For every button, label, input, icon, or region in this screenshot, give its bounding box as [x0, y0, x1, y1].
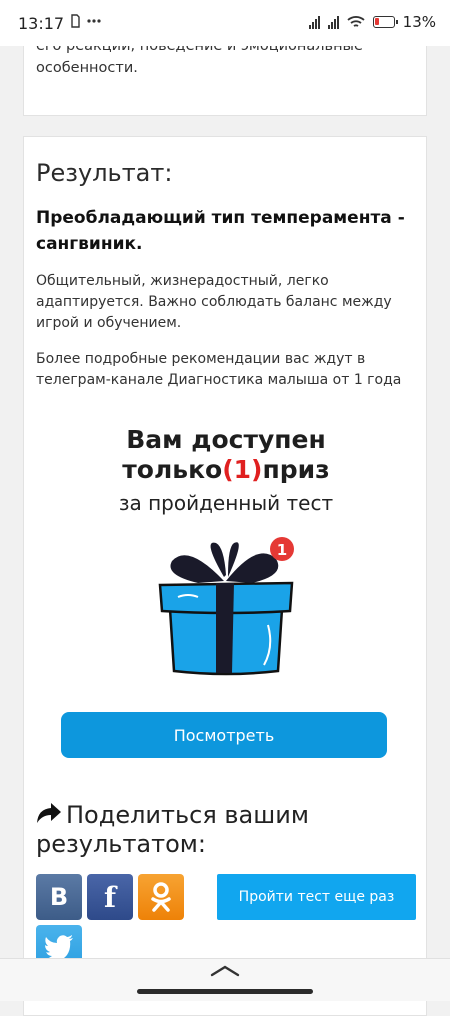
- prize-count-line: только(1)приз: [24, 455, 428, 485]
- gift-badge-count: 1: [277, 541, 287, 559]
- vk-share-button[interactable]: В: [36, 874, 82, 920]
- home-handle[interactable]: [137, 989, 313, 994]
- prize-block: Вам доступен только(1)приз за пройденный…: [24, 425, 428, 515]
- navigation-bar: [0, 958, 450, 1001]
- odnoklassniki-icon: [151, 882, 171, 912]
- prize-only-text: только: [122, 455, 223, 484]
- more-dots-icon: [87, 19, 102, 23]
- prize-count: (1): [222, 455, 263, 484]
- share-title: Поделиться вашим результатом:: [36, 801, 336, 859]
- result-title: Результат:: [36, 159, 173, 187]
- odnoklassniki-share-button[interactable]: [138, 874, 184, 920]
- facebook-share-button[interactable]: f: [87, 874, 133, 920]
- result-description: Общительный, жизнерадостный, легко адапт…: [36, 273, 392, 331]
- status-bar: 13:17 13%: [0, 0, 450, 46]
- prize-heading: Вам доступен: [126, 425, 326, 454]
- share-arrow-icon: [37, 803, 61, 823]
- signal-icon: [327, 15, 339, 29]
- gift-box-icon[interactable]: 1: [158, 537, 294, 677]
- temperament-type: Преобладающий тип темперамента - сангвин…: [36, 208, 405, 254]
- retake-test-button[interactable]: Пройти тест еще раз: [217, 874, 416, 920]
- view-prize-button[interactable]: Посмотреть: [61, 712, 387, 758]
- sim-icon: [71, 14, 80, 28]
- notification-icons: [70, 14, 102, 32]
- more-recommendations-text: Более подробные рекомендации вас ждут в …: [36, 351, 402, 388]
- wifi-icon: [347, 16, 365, 27]
- share-title-text: Поделиться вашим результатом:: [36, 801, 309, 858]
- result-card: Результат: Преобладающий тип темперамент…: [23, 136, 427, 1016]
- chevron-up-icon[interactable]: [210, 963, 240, 977]
- battery-text: 13%: [402, 13, 436, 31]
- prize-subtitle: за пройденный тест: [118, 491, 334, 515]
- status-right: 13%: [308, 13, 436, 31]
- prize-word: приз: [262, 455, 330, 484]
- battery-icon: [372, 16, 398, 28]
- status-time: 13:17: [18, 14, 65, 33]
- signal-icon: [308, 15, 320, 29]
